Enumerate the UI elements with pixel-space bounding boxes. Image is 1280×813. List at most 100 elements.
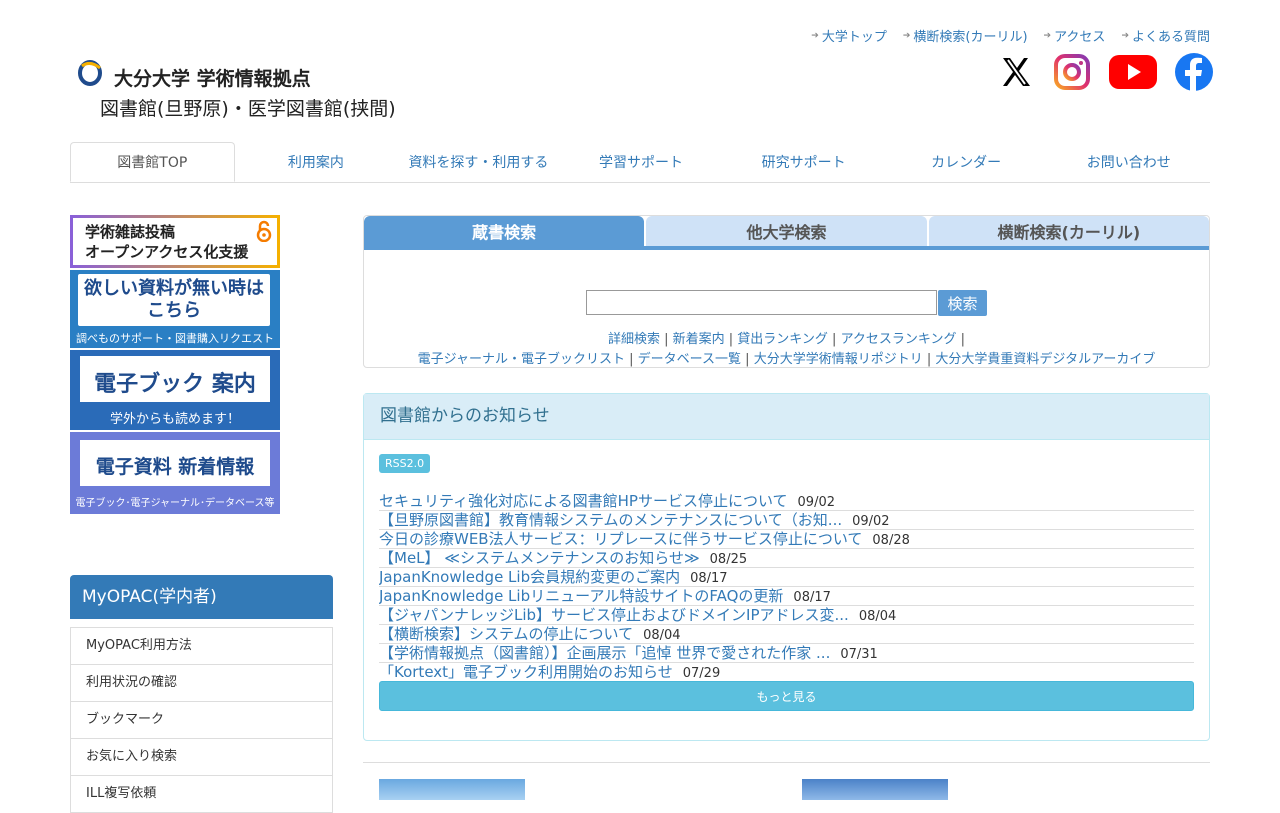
- tab-find-materials[interactable]: 資料を探す・利用する: [397, 142, 560, 182]
- news-link[interactable]: JapanKnowledge Lib会員規約変更のご案内: [379, 568, 680, 586]
- tab-library-top[interactable]: 図書館TOP: [70, 142, 235, 182]
- news-link[interactable]: 今日の診療WEB法人サービス：リプレースに伴うサービス停止について: [379, 530, 862, 548]
- news-date: 08/04: [858, 609, 897, 624]
- toplink-label: よくある質問: [1131, 30, 1210, 45]
- tab-calendar[interactable]: カレンダー: [885, 142, 1048, 182]
- search-links-row2: 電子ジャーナル・電子ブックリスト | データベース一覧 | 大分大学学術情報リポ…: [417, 352, 1156, 367]
- tab-calil-search[interactable]: 横断検索(カーリル): [928, 216, 1209, 246]
- news-date: 08/25: [709, 552, 748, 567]
- news-item: JapanKnowledge Libリニューアル特設サイトのFAQの更新 08/1…: [379, 587, 1194, 606]
- link-access-ranking[interactable]: アクセスランキング: [841, 332, 957, 347]
- more-news-button[interactable]: もっと見る: [379, 681, 1194, 711]
- news-link[interactable]: 「Kortext」電子ブック利用開始のお知らせ: [379, 663, 673, 681]
- news-link[interactable]: 【横断検索】システムの停止について: [379, 625, 633, 643]
- section-divider: [363, 762, 1210, 763]
- link-digital-archive[interactable]: 大分大学貴重資料デジタルアーカイブ: [935, 352, 1155, 367]
- banner-text: 学術雑誌投稿 オープンアクセス化支援: [85, 223, 249, 261]
- tab-research-support[interactable]: 研究サポート: [722, 142, 885, 182]
- banner-e-resources-new[interactable]: 電子資料 新着情報 電子ブック･電子ジャーナル･データベース等: [70, 432, 280, 514]
- news-date: 08/04: [643, 628, 681, 643]
- rss-button[interactable]: RSS2.0: [379, 454, 431, 473]
- arrow-icon: ➔: [1121, 30, 1129, 41]
- social-links: [996, 52, 1214, 92]
- toplink-access[interactable]: ➔ アクセス: [1044, 26, 1106, 45]
- link-loan-ranking[interactable]: 貸出ランキング: [737, 332, 828, 347]
- tab-guide[interactable]: 利用案内: [235, 142, 398, 182]
- banner-subtext: 調べものサポート・図書購入リクエスト: [76, 332, 274, 345]
- facebook-icon[interactable]: [1174, 52, 1214, 92]
- myopac-title: MyOPAC(学内者): [70, 575, 333, 619]
- toplink-label: 大学トップ: [821, 30, 887, 45]
- x-icon[interactable]: [996, 52, 1036, 92]
- university-logo-icon: [78, 60, 102, 86]
- myopac-item-saved-search[interactable]: お気に入り検索: [70, 739, 333, 776]
- link-ejournal-list[interactable]: 電子ジャーナル・電子ブックリスト: [418, 352, 625, 367]
- tab-holdings-search[interactable]: 蔵書検索: [364, 216, 645, 246]
- link-new-arrivals[interactable]: 新着案内: [673, 332, 725, 347]
- news-link[interactable]: 【MeL】 ≪システムメンテナンスのお知らせ≫: [379, 549, 700, 567]
- search-panel: 蔵書検索 他大学検索 横断検索(カーリル) 検索 詳細検索 | 新着案内 | 貸…: [363, 215, 1210, 368]
- news-link[interactable]: セキュリティ強化対応による図書館HPサービス停止について: [379, 492, 788, 510]
- main-nav: 図書館TOP 利用案内 資料を探す・利用する 学習サポート 研究サポート カレン…: [70, 142, 1210, 183]
- youtube-icon[interactable]: [1108, 52, 1158, 92]
- news-item: 【学術情報拠点（図書館）】企画展示「追悼 世界で愛された作家 ... 07/31: [379, 644, 1194, 663]
- tab-contact[interactable]: お問い合わせ: [1047, 142, 1210, 182]
- news-link[interactable]: JapanKnowledge Libリニューアル特設サイトのFAQの更新: [379, 587, 783, 605]
- news-item: 【旦野原図書館】教育情報システムのメンテナンスについて（お知... 09/02: [379, 511, 1194, 530]
- search-button[interactable]: 検索: [938, 290, 987, 316]
- news-list: セキュリティ強化対応による図書館HPサービス停止について 09/02 【旦野原図書…: [379, 492, 1194, 681]
- news-item: セキュリティ強化対応による図書館HPサービス停止について 09/02: [379, 492, 1194, 511]
- myopac-item-howto[interactable]: MyOPAC利用方法: [70, 627, 333, 665]
- news-date: 09/02: [797, 495, 835, 510]
- news-item: 【横断検索】システムの停止について 08/04: [379, 625, 1194, 644]
- banner-purchase-request[interactable]: 欲しい資料が無い時は こちら 調べものサポート・図書購入リクエスト: [70, 270, 280, 348]
- news-link[interactable]: 【学術情報拠点（図書館）】企画展示「追悼 世界で愛された作家 ...: [379, 644, 830, 662]
- instagram-icon[interactable]: [1052, 52, 1092, 92]
- open-lock-icon: [256, 220, 272, 242]
- arrow-icon: ➔: [902, 30, 911, 41]
- myopac-item-status[interactable]: 利用状況の確認: [70, 665, 333, 702]
- news-date: 07/29: [682, 666, 721, 681]
- link-database-list[interactable]: データベース一覧: [638, 352, 741, 367]
- myopac-panel: MyOPAC(学内者) MyOPAC利用方法 利用状況の確認 ブックマーク お気…: [70, 575, 333, 813]
- toplink-calil[interactable]: ➔ 横断検索(カーリル): [903, 26, 1028, 45]
- search-links-row1: 詳細検索 | 新着案内 | 貸出ランキング | アクセスランキング |: [607, 332, 966, 347]
- myopac-gap: [70, 619, 333, 627]
- news-date: 07/31: [840, 647, 878, 662]
- top-links: ➔ 大学トップ ➔ 横断検索(カーリル) ➔ アクセス ➔ よくある質問: [811, 26, 1210, 45]
- news-item: 【ジャパンナレッジLib】サービス停止およびドメインIPアドレス変... 08/0…: [379, 606, 1194, 625]
- news-date: 09/02: [852, 514, 890, 529]
- banner-ebook-guide[interactable]: 電子ブック 案内 学外からも読めます！: [70, 350, 280, 430]
- search-input[interactable]: [586, 290, 937, 315]
- tab-other-univ-search[interactable]: 他大学検索: [646, 216, 927, 246]
- news-link[interactable]: 【ジャパンナレッジLib】サービス停止およびドメインIPアドレス変...: [379, 606, 849, 624]
- banner-text: 欲しい資料が無い時は こちら: [84, 278, 264, 321]
- banner-text: 電子ブック 案内: [94, 372, 256, 397]
- myopac-item-ill-copy[interactable]: ILL複写依頼: [70, 776, 333, 813]
- toplink-university-top[interactable]: ➔ 大学トップ: [811, 26, 887, 45]
- tab-learning-support[interactable]: 学習サポート: [560, 142, 723, 182]
- news-item: 【MeL】 ≪システムメンテナンスのお知らせ≫ 08/25: [379, 549, 1194, 568]
- logo-title: 大分大学 学術情報拠点: [114, 68, 311, 90]
- news-panel: 図書館からのお知らせ RSS2.0 セキュリティ強化対応による図書館HPサービス…: [363, 393, 1210, 741]
- arrow-icon: ➔: [1043, 30, 1052, 41]
- logo-subtitle: 図書館(旦野原)・医学図書館(挟間): [100, 98, 396, 120]
- feature-photo[interactable]: [379, 779, 525, 800]
- news-date: 08/17: [690, 571, 728, 586]
- myopac-item-bookmark[interactable]: ブックマーク: [70, 702, 333, 739]
- toplink-label: 横断検索(カーリル): [913, 30, 1028, 45]
- banner-subtext: 電子ブック･電子ジャーナル･データベース等: [75, 498, 275, 509]
- toplink-faq[interactable]: ➔ よくある質問: [1121, 26, 1210, 45]
- news-item: JapanKnowledge Lib会員規約変更のご案内 08/17: [379, 568, 1194, 587]
- toplink-label: アクセス: [1054, 30, 1106, 45]
- arrow-icon: ➔: [811, 30, 819, 41]
- link-repository[interactable]: 大分大学学術情報リポジトリ: [754, 352, 923, 367]
- feature-photo[interactable]: [802, 779, 948, 800]
- link-advanced-search[interactable]: 詳細検索: [608, 332, 660, 347]
- news-item: 「Kortext」電子ブック利用開始のお知らせ 07/29: [379, 663, 1194, 681]
- news-item: 今日の診療WEB法人サービス：リプレースに伴うサービス停止について 08/28: [379, 530, 1194, 549]
- news-title: 図書館からのお知らせ: [364, 394, 1209, 440]
- banner-text: 電子資料 新着情報: [95, 456, 255, 478]
- banner-open-access[interactable]: 学術雑誌投稿 オープンアクセス化支援: [70, 215, 280, 268]
- news-link[interactable]: 【旦野原図書館】教育情報システムのメンテナンスについて（お知...: [379, 511, 842, 529]
